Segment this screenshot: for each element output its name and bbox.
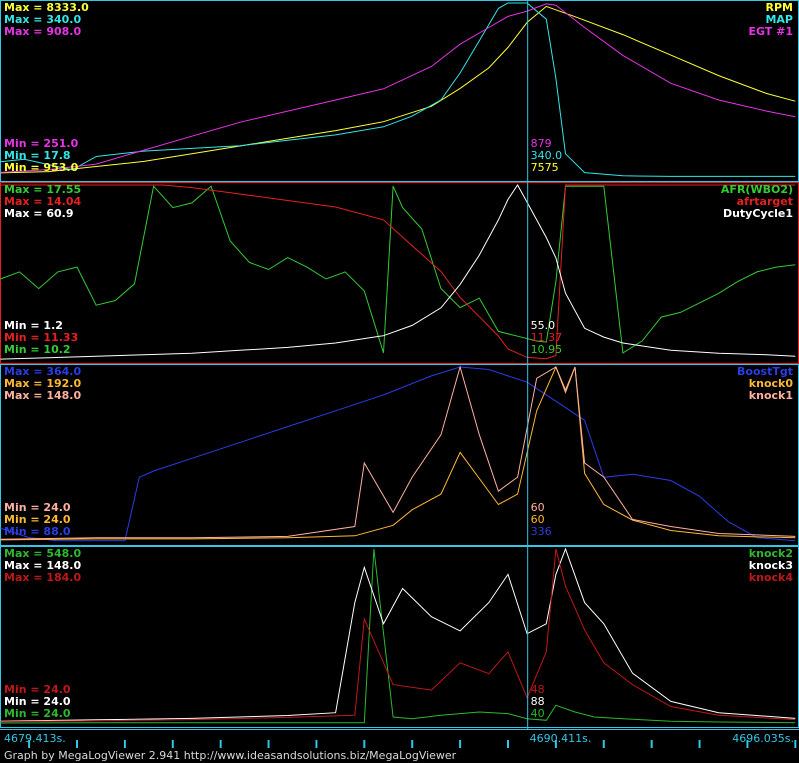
panel-2-border: [0, 182, 799, 364]
footer-credit: Graph by MegaLogViewer 2.941 http://www.…: [0, 748, 799, 763]
min-label: Min = 88.0: [4, 525, 71, 538]
min-label: Min = 10.2: [4, 343, 71, 356]
series-line-boosttgt: [0, 366, 796, 542]
series-line-map: [0, 2, 796, 177]
legend-entry: knock1: [749, 389, 793, 402]
panel-4-border: [0, 546, 799, 728]
series-line-afrtarget: [0, 184, 796, 360]
legend-entry: knock4: [749, 571, 794, 584]
series-line-rpm: [0, 5, 796, 174]
time-start-label: 4679.413s.: [4, 732, 66, 745]
series-line-knock2: [0, 548, 796, 724]
cursor-value: 40: [531, 707, 545, 720]
max-label: Max = 60.9: [4, 207, 73, 220]
cursor-value: 10.95: [531, 343, 563, 356]
max-label: Max = 184.0: [4, 571, 81, 584]
time-cursor-label: 4690.411s.: [530, 732, 592, 745]
cursor-value: 336: [531, 525, 552, 538]
series-line-egt-1: [0, 3, 796, 173]
time-axis-strip: [0, 729, 799, 748]
panel-3-border: [0, 364, 799, 546]
legend-entry: DutyCycle1: [723, 207, 793, 220]
legend-entry: EGT #1: [748, 25, 793, 38]
min-label: Min = 24.0: [4, 707, 71, 720]
series-line-knock3: [0, 547, 796, 722]
panel-1-border: [0, 0, 799, 182]
series-line-afr-wbo2-: [0, 185, 796, 354]
max-label: Max = 908.0: [4, 25, 81, 38]
series-line-knock1: [0, 365, 796, 540]
series-line-dutycycle1: [0, 184, 796, 360]
series-line-knock4: [0, 548, 796, 723]
chart-canvas[interactable]: Max = 8333.0Max = 340.0Max = 908.0RPMMAP…: [0, 0, 799, 748]
cursor-value: 7575: [531, 161, 559, 174]
max-label: Max = 148.0: [4, 389, 81, 402]
series-line-knock0: [0, 365, 796, 541]
min-label: Min = 953.0: [4, 161, 79, 174]
time-end-label: 4696.035s.: [732, 732, 794, 745]
